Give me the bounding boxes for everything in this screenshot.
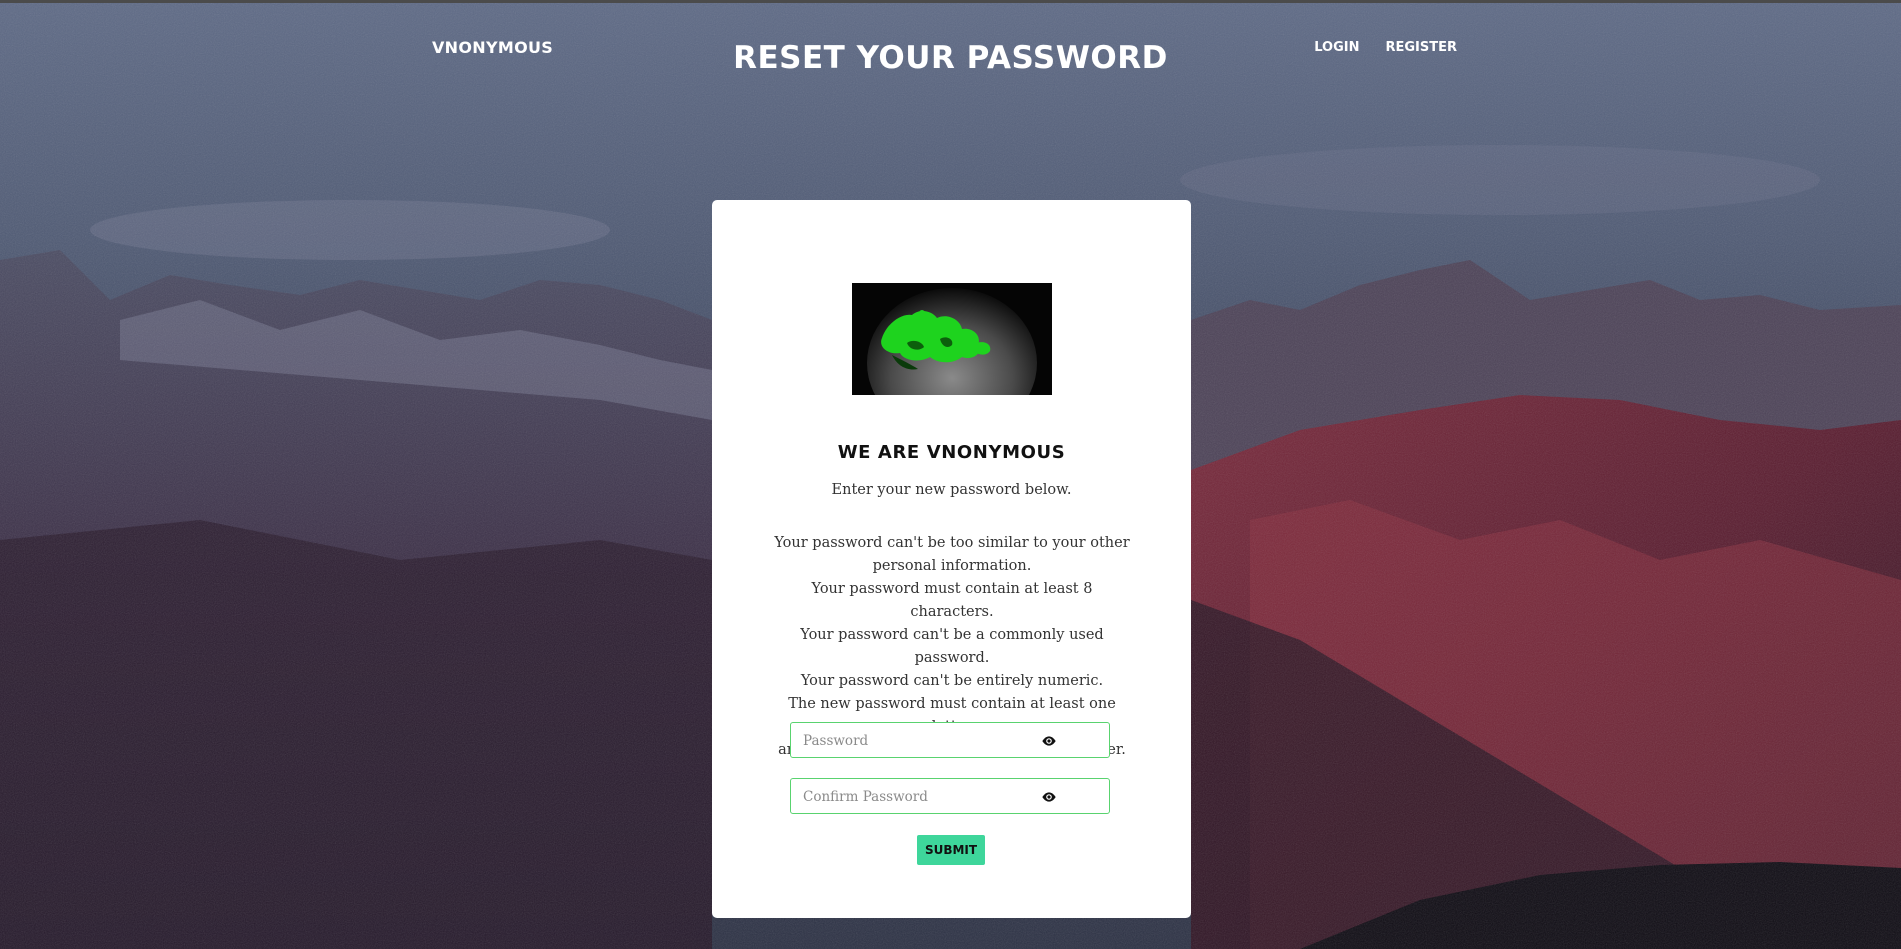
instruction-text: Enter your new password below. [831,482,1072,498]
card-heading: WE ARE VNONYMOUS [837,442,1066,463]
rule-line: Your password can't be entirely numeric. [800,673,1104,689]
top-nav: LOGIN REGISTER [1314,40,1457,55]
password-input[interactable] [801,729,1055,753]
rule-line: Your password can't be a commonly used p… [800,627,1104,666]
logo-image [852,283,1052,395]
reset-password-card: WE ARE VNONYMOUS Enter your new password… [712,200,1191,918]
eye-icon[interactable] [1041,789,1057,805]
confirm-password-input[interactable] [801,785,1055,809]
rule-line: Your password must contain at least 8 ch… [811,581,1093,620]
submit-button[interactable]: SUBMIT [917,835,985,865]
confirm-password-field [790,778,1110,814]
eye-icon[interactable] [1041,733,1057,749]
nav-register-link[interactable]: REGISTER [1385,40,1457,55]
page-title: RESET YOUR PASSWORD [733,40,1168,76]
top-border [0,0,1901,3]
rule-line: Your password can't be too similar to yo… [774,535,1130,551]
rule-line: personal information. [872,558,1032,574]
nav-login-link[interactable]: LOGIN [1314,40,1359,55]
password-field [790,722,1110,758]
